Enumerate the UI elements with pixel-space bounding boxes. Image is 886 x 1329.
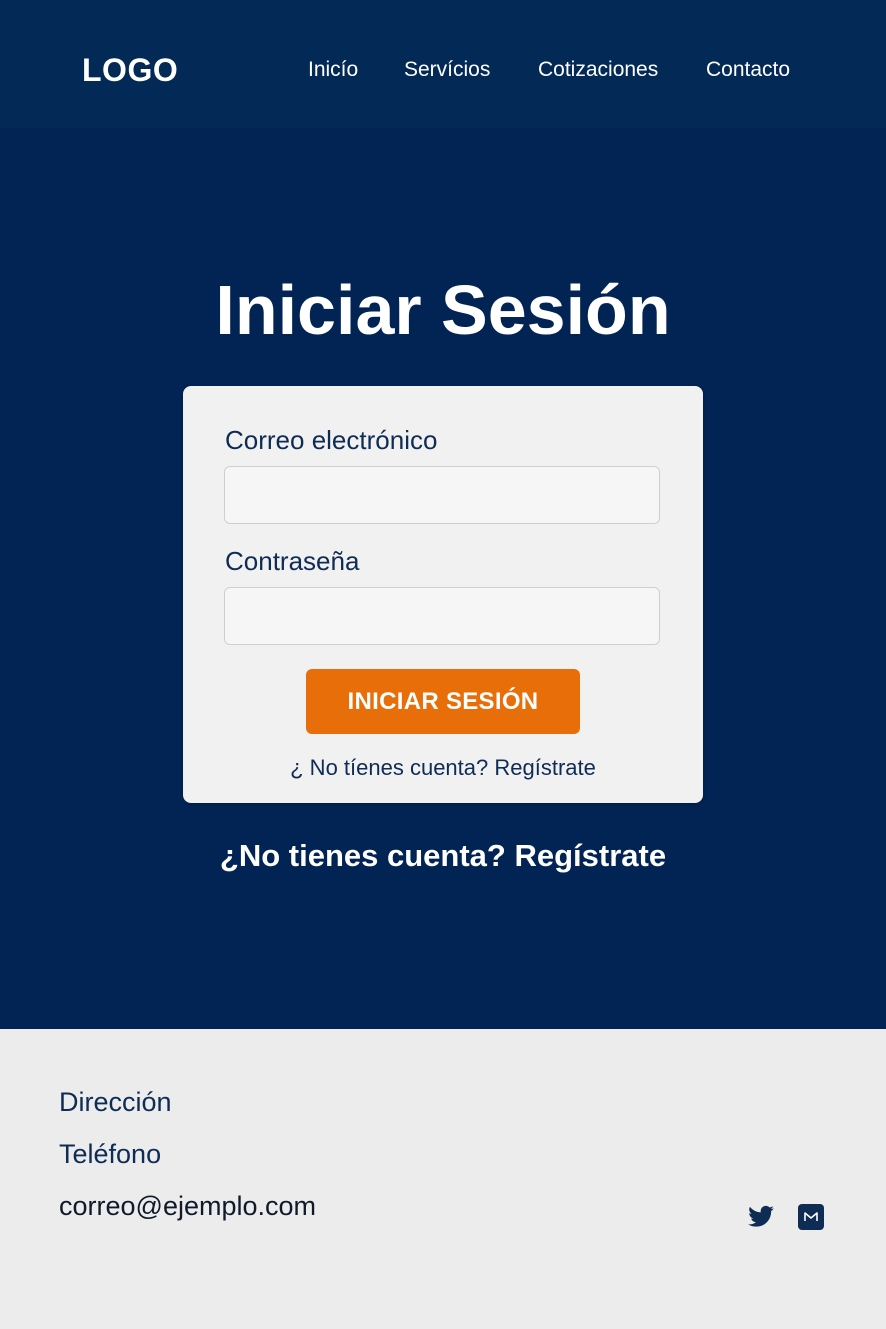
email-field[interactable] (224, 466, 660, 524)
footer-address: Dirección (59, 1087, 172, 1117)
site-footer: Dirección Teléfono correo@ejemplo.com (0, 1029, 886, 1329)
nav-link-inicio[interactable]: Inicío (308, 56, 358, 84)
mail-icon[interactable] (797, 1203, 825, 1231)
footer-phone: Teléfono (59, 1139, 162, 1169)
email-label: Correo electrónico (225, 425, 438, 455)
password-label: Contraseña (225, 546, 360, 576)
login-button[interactable]: INICIAR SESIÓN (306, 669, 580, 734)
nav-link-contacto[interactable]: Contacto (706, 56, 790, 84)
card-register-link[interactable]: ¿ No tíenes cuenta? Regístrate (183, 754, 703, 782)
nav-link-servicios[interactable]: Servícios (404, 56, 490, 84)
register-link[interactable]: ¿No tienes cuenta? Regístrate (0, 836, 886, 876)
password-field[interactable] (224, 587, 660, 645)
site-header: LOGO Inicío Servícios Cotizaciones Conta… (0, 0, 886, 128)
twitter-icon[interactable] (747, 1203, 775, 1231)
logo[interactable]: LOGO (82, 51, 178, 89)
footer-email-link[interactable]: correo@ejemplo.com (59, 1189, 316, 1223)
page-title: Iniciar Sesión (215, 271, 671, 349)
login-form-card: Correo electrónico Contraseña INICIAR SE… (183, 386, 703, 803)
nav-link-cotizaciones[interactable]: Cotizaciones (538, 56, 658, 84)
